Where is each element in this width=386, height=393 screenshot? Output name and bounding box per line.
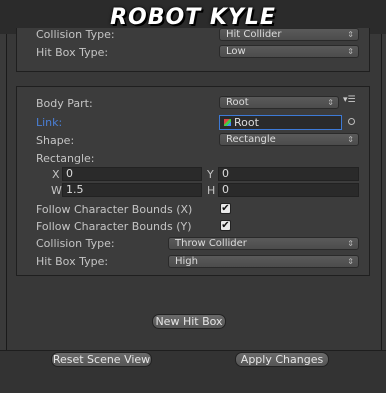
hit-box-type-value: High: [175, 256, 198, 267]
follow-x-label: Follow Character Bounds (X): [36, 202, 193, 216]
link-row: Link:: [36, 114, 62, 130]
prev-collision-type-row: Collision Type:: [36, 26, 115, 42]
body-part-value: Root: [226, 97, 249, 108]
rectangle-row: Rectangle:: [36, 150, 95, 166]
follow-y-checkbox[interactable]: ✔: [220, 220, 231, 231]
link-label: Link:: [36, 115, 63, 129]
rectangle-label: Rectangle:: [36, 151, 95, 165]
prev-hit-box-type-row: Hit Box Type:: [36, 44, 108, 60]
updown-arrow-icon: ⇕: [347, 135, 354, 144]
shape-dropdown[interactable]: Rectangle ⇕: [219, 133, 359, 146]
shape-row: Shape:: [36, 132, 74, 148]
collision-type-row: Collision Type:: [36, 235, 115, 251]
y-input[interactable]: 0: [218, 167, 359, 181]
follow-x-checkbox[interactable]: ✔: [220, 203, 231, 214]
follow-y-label: Follow Character Bounds (Y): [36, 219, 192, 233]
link-object-field[interactable]: Root: [219, 115, 342, 130]
prev-hit-box-type-value: Low: [226, 46, 246, 57]
prev-hit-box-type-dropdown[interactable]: Low ⇕: [219, 45, 359, 58]
body-part-row: Body Part:: [36, 95, 93, 111]
reset-scene-view-button[interactable]: Reset Scene View: [51, 352, 152, 367]
updown-arrow-icon: ⇕: [347, 47, 354, 56]
link-value: Root: [234, 116, 259, 129]
character-title: ROBOT KYLE: [110, 4, 276, 30]
shape-value: Rectangle: [226, 134, 276, 145]
hit-box-type-dropdown[interactable]: High ⇕: [168, 255, 359, 268]
x-label: X: [52, 168, 60, 181]
apply-changes-button[interactable]: Apply Changes: [235, 352, 329, 367]
prev-collision-type-dropdown[interactable]: Hit Collider ⇕: [219, 28, 359, 41]
updown-arrow-icon: ⇕: [347, 239, 354, 248]
hit-box-type-label: Hit Box Type:: [36, 254, 109, 268]
new-hit-box-button[interactable]: New Hit Box: [152, 314, 226, 329]
prev-collision-type-value: Hit Collider: [226, 29, 282, 40]
collision-type-label: Collision Type:: [36, 236, 115, 250]
x-input[interactable]: 0: [62, 167, 202, 181]
shape-label: Shape:: [36, 133, 75, 147]
h-label: H: [207, 184, 216, 197]
hit-box-type-row: Hit Box Type:: [36, 253, 108, 269]
body-part-label: Body Part:: [36, 96, 93, 110]
w-input[interactable]: 1.5: [62, 183, 202, 197]
w-label: W: [51, 184, 62, 197]
object-picker-icon[interactable]: [348, 118, 355, 125]
updown-arrow-icon: ⇕: [347, 257, 354, 266]
follow-y-row: Follow Character Bounds (Y): [36, 218, 192, 234]
prev-collision-type-label: Collision Type:: [36, 27, 115, 41]
follow-x-row: Follow Character Bounds (X): [36, 201, 192, 217]
y-label: Y: [207, 168, 214, 181]
updown-arrow-icon: ⇕: [347, 30, 354, 39]
body-part-dropdown[interactable]: Root ⇕: [219, 96, 339, 109]
transform-icon: [224, 119, 231, 126]
collision-type-value: Throw Collider: [175, 238, 247, 249]
prev-hit-box-type-label: Hit Box Type:: [36, 45, 109, 59]
updown-arrow-icon: ⇕: [327, 98, 334, 107]
gear-menu-icon[interactable]: ▾☰: [343, 95, 356, 105]
h-input[interactable]: 0: [218, 183, 359, 197]
collision-type-dropdown[interactable]: Throw Collider ⇕: [168, 237, 359, 250]
